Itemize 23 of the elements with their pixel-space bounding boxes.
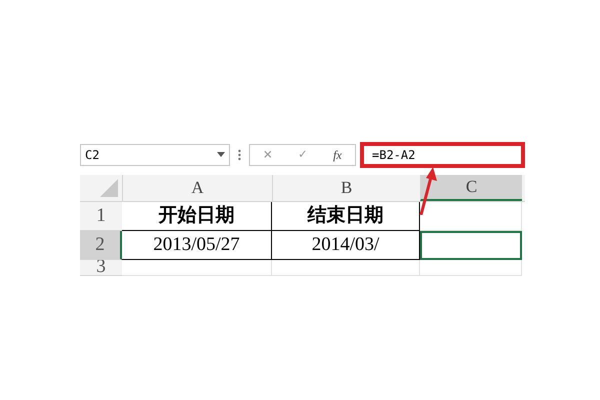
select-all-corner-icon[interactable] (100, 179, 118, 197)
cell-reference: C2 (85, 146, 100, 164)
table-cell[interactable]: 结束日期 (272, 202, 420, 231)
annotation-arrow (418, 167, 438, 215)
table-cell[interactable] (420, 260, 522, 276)
table-cell[interactable]: 2013/05/27 (122, 231, 272, 260)
table-cell[interactable] (420, 202, 522, 231)
row-header[interactable]: 2 (80, 231, 122, 260)
row-header[interactable]: 1 (80, 202, 122, 231)
table-cell[interactable] (420, 231, 522, 260)
formula-bar[interactable]: =B2-A2 (360, 142, 525, 168)
row-header[interactable]: 3 (80, 260, 122, 276)
table-cell[interactable]: 开始日期 (122, 202, 272, 231)
column-header[interactable]: A (122, 175, 272, 201)
options-dots-icon (238, 148, 241, 160)
table-cell[interactable] (122, 260, 272, 276)
insert-function-button[interactable]: fx (333, 146, 342, 164)
table-cell[interactable] (272, 260, 420, 276)
name-box[interactable]: C2 (80, 144, 230, 166)
table-cell[interactable]: 2014/03/ (272, 231, 420, 260)
formula-text: =B2-A2 (372, 146, 416, 164)
dropdown-caret-icon[interactable] (217, 152, 225, 157)
column-header[interactable]: C (420, 175, 522, 201)
